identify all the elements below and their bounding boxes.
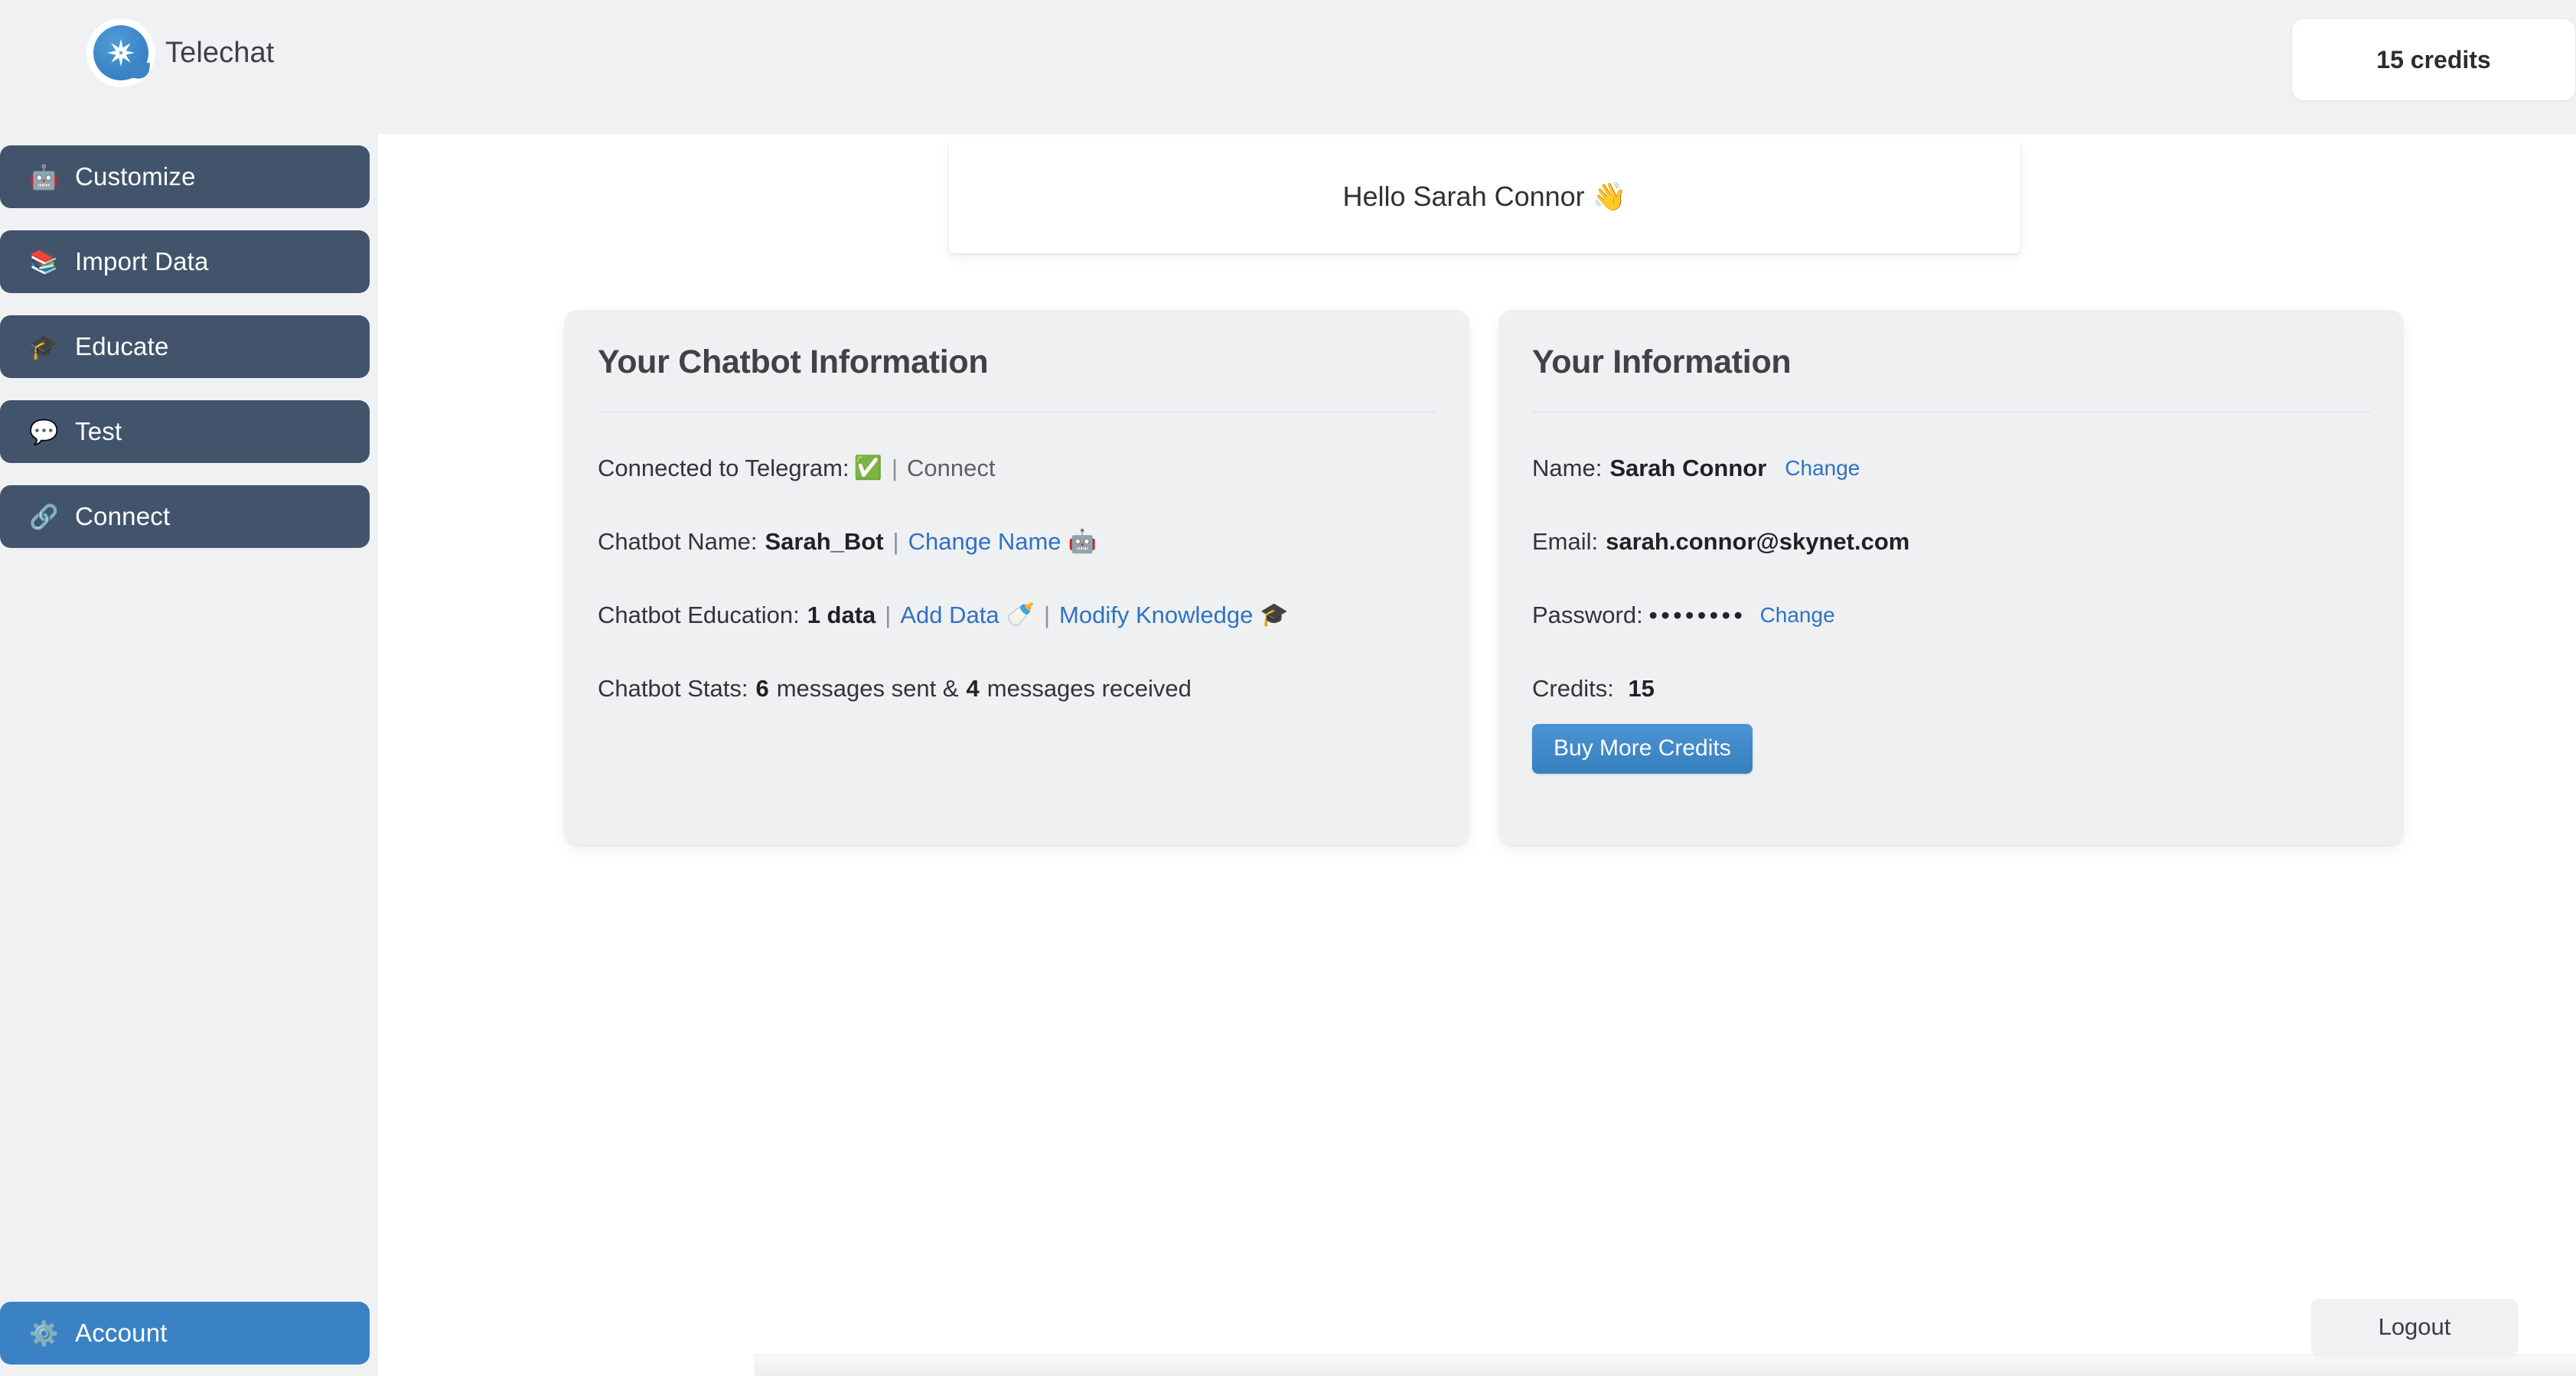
buy-more-credits-button[interactable]: Buy More Credits <box>1532 724 1753 774</box>
graduation-cap-icon: 🎓 <box>29 333 59 360</box>
chatbot-information-card: Your Chatbot Information Connected to Te… <box>564 310 1469 846</box>
sidebar-item-connect[interactable]: 🔗 Connect <box>0 485 370 548</box>
user-email-row: Email: sarah.connor@skynet.com <box>1532 526 2370 558</box>
logout-button[interactable]: Logout <box>2311 1299 2518 1355</box>
robot-icon: 🤖 <box>1068 528 1097 554</box>
user-name-row: Name: Sarah Connor Change <box>1532 452 2370 484</box>
robot-icon: 🤖 <box>29 163 59 191</box>
sidebar-item-label: Customize <box>75 162 196 191</box>
change-name-link[interactable]: Change <box>1785 454 1860 483</box>
user-name-label: Name: <box>1532 455 1603 481</box>
sidebar-item-label: Test <box>75 417 122 445</box>
speech-balloon-icon: 💬 <box>29 418 59 445</box>
footer-bar <box>755 1355 2576 1376</box>
user-information-card: Your Information Name: Sarah Connor Chan… <box>1498 310 2404 846</box>
top-bar: Telechat 15 credits <box>0 0 2576 134</box>
check-mark-icon: ✅ <box>853 455 882 481</box>
sidebar: 🤖 Customize 📚 Import Data 🎓 Educate 💬 Te… <box>0 134 377 1376</box>
gear-icon: ⚙️ <box>29 1319 59 1347</box>
telegram-label: Connected to Telegram: <box>598 455 849 481</box>
user-email-value: sarah.connor@skynet.com <box>1606 527 1910 555</box>
greeting-card: Hello Sarah Connor 👋 <box>949 140 2020 253</box>
user-credits-value: 15 <box>1628 674 1655 702</box>
sidebar-item-account[interactable]: ⚙️ Account <box>0 1302 370 1365</box>
sidebar-item-label: Account <box>75 1319 168 1347</box>
messages-received-text: messages received <box>986 674 1192 702</box>
chatbot-education-value: 1 data <box>807 601 876 628</box>
messages-received-count: 4 <box>966 674 980 702</box>
sidebar-item-customize[interactable]: 🤖 Customize <box>0 145 370 208</box>
chatbot-stats-label: Chatbot Stats: <box>598 674 748 702</box>
change-password-link[interactable]: Change <box>1760 601 1835 630</box>
user-name-value: Sarah Connor <box>1609 455 1767 481</box>
sidebar-item-label: Educate <box>75 332 169 360</box>
messages-sent-text: messages sent & <box>776 674 959 702</box>
separator: | <box>891 455 898 481</box>
brand: Telechat <box>93 25 274 80</box>
user-card-title: Your Information <box>1532 344 1792 380</box>
messages-sent-count: 6 <box>755 674 769 702</box>
sidebar-nav: 🤖 Customize 📚 Import Data 🎓 Educate 💬 Te… <box>0 145 370 570</box>
greeting-text: Hello Sarah Connor 👋 <box>1342 181 1627 212</box>
chatbot-card-title: Your Chatbot Information <box>598 344 989 380</box>
chatbot-name-label: Chatbot Name: <box>598 527 758 555</box>
sidebar-item-import-data[interactable]: 📚 Import Data <box>0 230 370 293</box>
separator: | <box>1043 601 1051 628</box>
brand-title: Telechat <box>165 36 275 69</box>
user-password-label: Password: <box>1532 601 1643 628</box>
telechat-logo-icon <box>93 25 148 80</box>
separator: | <box>892 527 899 555</box>
sidebar-item-educate[interactable]: 🎓 Educate <box>0 315 370 378</box>
books-icon: 📚 <box>29 248 59 276</box>
sidebar-item-label: Import Data <box>75 247 209 276</box>
chatbot-name-row: Chatbot Name: Sarah_Bot | Change Name 🤖 <box>598 526 1436 558</box>
sidebar-item-label: Connect <box>75 502 171 530</box>
user-credits-row: Credits: 15 Buy More Credits <box>1532 673 2370 774</box>
main-content: Hello Sarah Connor 👋 Your Chatbot Inform… <box>377 134 2576 1376</box>
password-masked-value: •••••••• <box>1648 601 1746 628</box>
graduation-cap-icon: 🎓 <box>1260 602 1289 628</box>
user-credits-label: Credits: <box>1532 674 1614 702</box>
cards-row: Your Chatbot Information Connected to Te… <box>564 310 2404 846</box>
user-password-row: Password: •••••••• Change <box>1532 599 2370 631</box>
sidebar-item-test[interactable]: 💬 Test <box>0 400 370 463</box>
chatbot-name-value: Sarah_Bot <box>765 527 884 555</box>
user-card-body: Name: Sarah Connor Change Email: sarah.c… <box>1532 412 2370 774</box>
chatbot-card-body: Connected to Telegram: ✅ | Connect Chatb… <box>598 412 1436 704</box>
modify-knowledge-link[interactable]: Modify Knowledge <box>1059 599 1253 631</box>
connect-link[interactable]: Connect <box>907 452 995 484</box>
user-email-label: Email: <box>1532 527 1599 555</box>
credits-badge-label: 15 credits <box>2376 45 2491 73</box>
change-name-link[interactable]: Change Name <box>908 526 1061 558</box>
telegram-connection-row: Connected to Telegram: ✅ | Connect <box>598 452 1436 484</box>
link-icon: 🔗 <box>29 503 59 530</box>
add-data-link[interactable]: Add Data <box>900 599 999 631</box>
credits-badge: 15 credits <box>2291 18 2576 101</box>
chatbot-stats-row: Chatbot Stats: 6 messages sent & 4 messa… <box>598 673 1436 705</box>
chatbot-education-row: Chatbot Education: 1 data | Add Data 🍼 |… <box>598 599 1436 631</box>
chatbot-education-label: Chatbot Education: <box>598 601 800 628</box>
baby-bottle-icon: 🍼 <box>1006 602 1035 628</box>
app-root: Telechat 15 credits 🤖 Customize 📚 Import… <box>0 0 2576 1376</box>
separator: | <box>885 601 892 628</box>
